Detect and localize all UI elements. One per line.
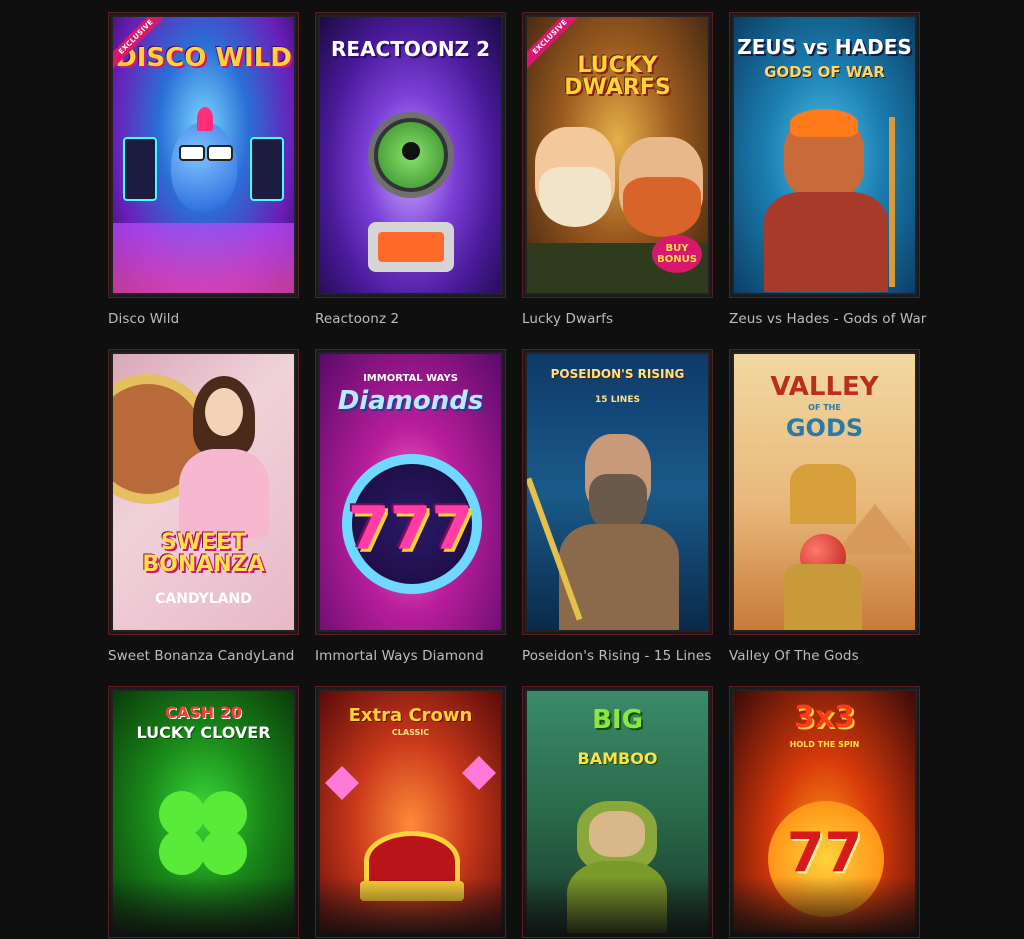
game-thumbnail[interactable]: CASH 20 LUCKY CLOVER xyxy=(108,686,299,938)
game-thumbnail[interactable]: ZEUS vs HADES GODS OF WAR xyxy=(729,12,920,298)
game-thumbnail[interactable]: 777 IMMORTAL WAYS Diamonds xyxy=(315,349,506,635)
buy-bonus-badge: BUY BONUS xyxy=(652,235,702,273)
game-thumbnail[interactable]: LUCKY DWARFS BUY BONUS EXCLUSIVE xyxy=(522,12,713,298)
game-logo: 3x3 xyxy=(793,700,856,735)
game-title[interactable]: Immortal Ways Diamond xyxy=(315,648,506,664)
game-title[interactable]: Disco Wild xyxy=(108,311,299,327)
game-logo: Diamonds xyxy=(337,386,484,416)
game-logo: CASH 20 xyxy=(165,703,242,722)
game-title[interactable]: Valley Of The Gods xyxy=(729,648,920,664)
game-logo: POSEIDON'S RISING xyxy=(550,367,685,381)
game-logo: DISCO WILD xyxy=(115,43,292,73)
game-thumbnail[interactable]: Extra Crown CLASSIC xyxy=(315,686,506,938)
game-midlogo: OF THE xyxy=(808,403,841,412)
game-sublogo: CANDYLAND xyxy=(155,591,252,607)
game-card-3x3-hold-the-spin[interactable]: 77 3x3 HOLD THE SPIN xyxy=(729,686,920,938)
game-logo: Extra Crown xyxy=(348,705,473,726)
game-sublogo: IMMORTAL WAYS xyxy=(363,373,458,384)
game-logo: LUCKY DWARFS xyxy=(564,53,671,100)
game-card-immortal-ways-diamond[interactable]: 777 IMMORTAL WAYS Diamonds Immortal Ways… xyxy=(315,349,506,686)
game-thumbnail[interactable]: 77 3x3 HOLD THE SPIN xyxy=(729,686,920,938)
game-thumbnail[interactable]: POSEIDON'S RISING 15 LINES xyxy=(522,349,713,635)
game-title[interactable]: Reactoonz 2 xyxy=(315,311,506,327)
game-logo: REACTOONZ 2 xyxy=(331,37,490,61)
game-thumbnail[interactable]: SWEET BONANZA CANDYLAND xyxy=(108,349,299,635)
game-sublogo: GODS OF WAR xyxy=(764,63,885,81)
game-logo: SWEET BONANZA xyxy=(142,530,265,577)
game-card-reactoonz-2[interactable]: REACTOONZ 2 Reactoonz 2 xyxy=(315,12,506,349)
game-logo: VALLEY xyxy=(770,372,879,402)
game-card-sweet-bonanza-candyland[interactable]: SWEET BONANZA CANDYLAND Sweet Bonanza Ca… xyxy=(108,349,299,686)
game-logo: ZEUS vs HADES xyxy=(737,35,912,59)
game-sublogo: LUCKY CLOVER xyxy=(136,723,271,742)
game-thumbnail[interactable]: REACTOONZ 2 xyxy=(315,12,506,298)
game-thumbnail[interactable]: BIG BAMBOO xyxy=(522,686,713,938)
game-card-extra-crown[interactable]: Extra Crown CLASSIC xyxy=(315,686,506,938)
game-logo: BIG xyxy=(592,705,643,735)
game-card-cash-20-lucky-clover[interactable]: CASH 20 LUCKY CLOVER xyxy=(108,686,299,938)
game-thumbnail[interactable]: VALLEY OF THE GODS xyxy=(729,349,920,635)
game-grid: DISCO WILD EXCLUSIVE Disco Wild REACTOON… xyxy=(108,12,926,938)
game-card-poseidons-rising[interactable]: POSEIDON'S RISING 15 LINES Poseidon's Ri… xyxy=(522,349,713,686)
game-sublogo: 15 LINES xyxy=(595,395,640,405)
game-sublogo: GODS xyxy=(785,414,864,442)
game-thumbnail[interactable]: DISCO WILD EXCLUSIVE xyxy=(108,12,299,298)
game-card-lucky-dwarfs[interactable]: LUCKY DWARFS BUY BONUS EXCLUSIVE Lucky D… xyxy=(522,12,713,349)
game-title[interactable]: Zeus vs Hades - Gods of War xyxy=(729,311,926,327)
game-title[interactable]: Lucky Dwarfs xyxy=(522,311,713,327)
game-card-valley-of-the-gods[interactable]: VALLEY OF THE GODS Valley Of The Gods xyxy=(729,349,920,686)
game-title[interactable]: Poseidon's Rising - 15 Lines xyxy=(522,648,713,664)
game-sublogo: BAMBOO xyxy=(577,749,658,768)
game-card-zeus-vs-hades[interactable]: ZEUS vs HADES GODS OF WAR Zeus vs Hades … xyxy=(729,12,926,349)
game-card-big-bamboo[interactable]: BIG BAMBOO xyxy=(522,686,713,938)
game-sublogo: CLASSIC xyxy=(391,728,430,737)
game-title[interactable]: Sweet Bonanza CandyLand xyxy=(108,648,299,664)
game-sublogo: HOLD THE SPIN xyxy=(789,740,860,749)
game-card-disco-wild[interactable]: DISCO WILD EXCLUSIVE Disco Wild xyxy=(108,12,299,349)
